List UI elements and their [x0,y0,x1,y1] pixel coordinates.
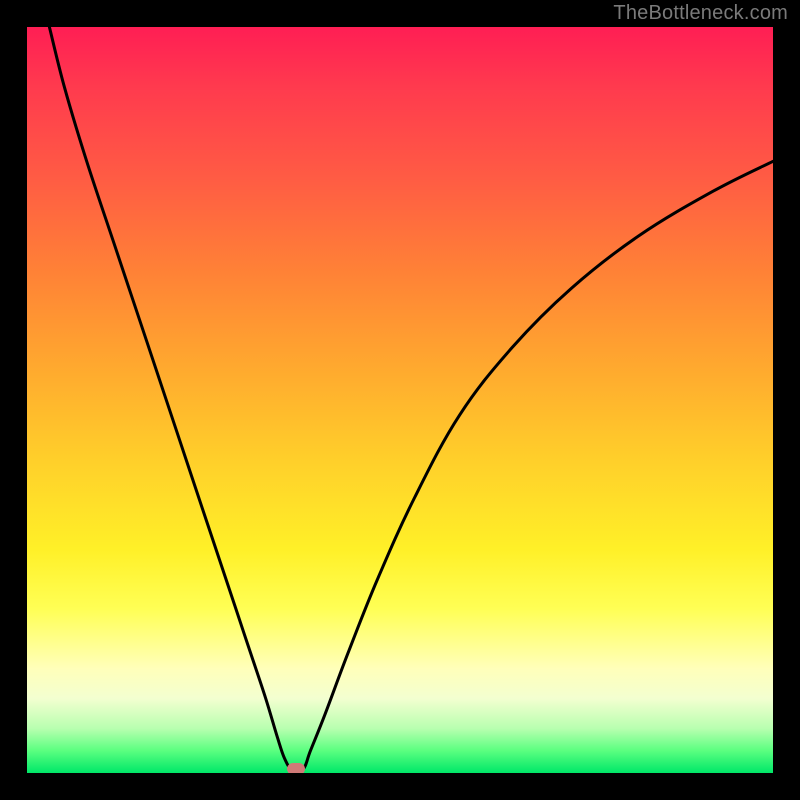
bottleneck-curve [27,27,773,773]
plot-area [27,27,773,773]
chart-frame: TheBottleneck.com [0,0,800,800]
minimum-marker [287,763,305,773]
watermark-text: TheBottleneck.com [613,2,788,25]
